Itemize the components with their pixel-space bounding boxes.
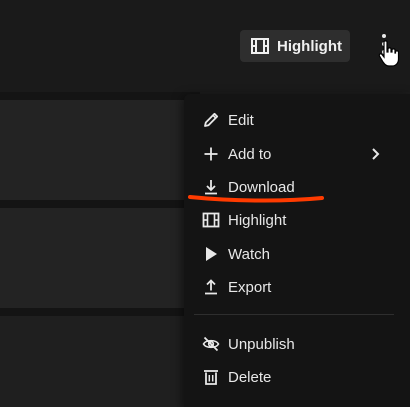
annotation-underline: [188, 195, 324, 203]
